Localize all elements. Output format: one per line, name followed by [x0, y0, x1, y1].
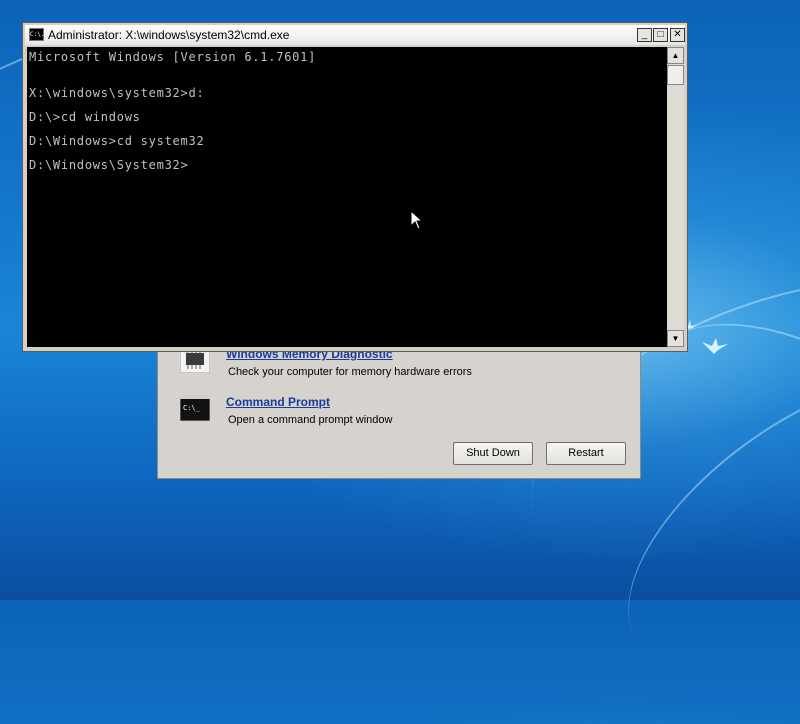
window-title: Administrator: X:\windows\system32\cmd.e… [48, 28, 290, 42]
console-line: D:\>cd windows [29, 110, 141, 124]
vertical-scrollbar[interactable]: ▲ ▼ [667, 47, 684, 347]
bird-icon [702, 338, 728, 354]
command-prompt-window[interactable]: C:\. Administrator: X:\windows\system32\… [22, 22, 688, 352]
window-titlebar[interactable]: C:\. Administrator: X:\windows\system32\… [25, 25, 685, 45]
restart-button[interactable]: Restart [546, 442, 626, 465]
scroll-down-button[interactable]: ▼ [667, 330, 684, 347]
console-line: D:\Windows\System32> [29, 158, 189, 172]
command-prompt-description: Open a command prompt window [228, 414, 393, 426]
system-recovery-dialog: Windows Memory Diagnostic Check your com… [157, 340, 641, 479]
mouse-pointer-icon [410, 210, 424, 230]
svg-text:C:\_: C:\_ [183, 404, 201, 412]
console-line: D:\Windows>cd system32 [29, 134, 205, 148]
scroll-thumb[interactable] [667, 65, 684, 85]
console-output[interactable]: Microsoft Windows [Version 6.1.7601] X:\… [27, 47, 667, 347]
shut-down-button[interactable]: Shut Down [453, 442, 533, 465]
command-prompt-icon: C:\_ [180, 395, 210, 421]
minimize-button[interactable]: _ [637, 28, 652, 42]
maximize-button[interactable]: □ [653, 28, 668, 42]
console-line: X:\windows\system32>d: [29, 86, 205, 100]
close-button[interactable]: ✕ [670, 28, 685, 42]
command-prompt-link[interactable]: Command Prompt [226, 395, 330, 409]
memory-diagnostic-description: Check your computer for memory hardware … [228, 366, 472, 378]
cmd-app-icon: C:\. [29, 28, 44, 41]
scroll-up-button[interactable]: ▲ [667, 47, 684, 64]
console-line: Microsoft Windows [Version 6.1.7601] [29, 50, 317, 64]
